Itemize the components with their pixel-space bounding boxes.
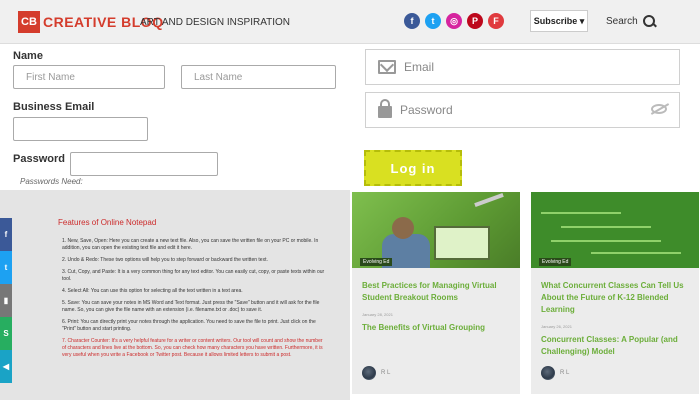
share-sms-icon[interactable]: S <box>0 317 12 350</box>
author-name: R L <box>381 370 391 376</box>
pinterest-icon[interactable]: P <box>467 13 483 29</box>
business-email-label: Business Email <box>13 101 95 113</box>
login-button[interactable]: Log in <box>364 150 462 186</box>
article-date: January 28, 2021 <box>362 312 393 317</box>
avatar <box>541 366 555 380</box>
notepad-title: Features of Online Notepad <box>58 218 157 227</box>
share-twitter-icon[interactable]: t <box>0 251 12 284</box>
logo-mark: CB <box>18 11 40 33</box>
list-item: 7. Character Counter: It's a very helpfu… <box>62 338 323 358</box>
social-links: f t ◎ P F <box>404 13 504 29</box>
article-title[interactable]: Best Practices for Managing Virtual Stud… <box>362 280 514 304</box>
article-card[interactable]: Evolving Ed What Concurrent Classes Can … <box>531 192 699 394</box>
share-send-icon[interactable]: ◀ <box>0 350 12 383</box>
category-tag[interactable]: Evolving Ed <box>360 258 393 266</box>
arrow-shape <box>591 252 681 254</box>
article-title[interactable]: What Concurrent Classes Can Tell Us Abou… <box>541 280 693 316</box>
article-subtitle[interactable]: The Benefits of Virtual Grouping <box>362 322 514 334</box>
student-head-shape <box>392 217 414 239</box>
flipboard-icon[interactable]: F <box>488 13 504 29</box>
twitter-icon[interactable]: t <box>425 13 441 29</box>
arrow-shape <box>561 226 651 228</box>
business-email-input[interactable] <box>13 117 148 141</box>
arrow-shape <box>551 240 661 242</box>
category-tag[interactable]: Evolving Ed <box>539 258 572 266</box>
last-name-input[interactable]: Last Name <box>181 65 336 89</box>
tagline: ART AND DESIGN INSPIRATION <box>140 17 291 28</box>
monitor-shape <box>434 226 490 260</box>
login-password-input[interactable]: Password <box>365 92 680 128</box>
facebook-icon[interactable]: f <box>404 13 420 29</box>
avatar <box>362 366 376 380</box>
share-email-icon[interactable]: ▮ <box>0 284 12 317</box>
article-date: January 26, 2021 <box>541 324 572 329</box>
eye-slash-icon[interactable] <box>651 104 667 114</box>
login-form: Email Password Log in <box>350 44 700 190</box>
share-facebook-icon[interactable]: f <box>0 218 12 251</box>
list-item: 5. Save: You can save your notes in MS W… <box>62 300 320 313</box>
login-password-placeholder: Password <box>400 103 453 117</box>
instagram-icon[interactable]: ◎ <box>446 13 462 29</box>
author-name: R L <box>560 370 570 376</box>
site-header: CB CREATIVE BLOQ ART AND DESIGN INSPIRAT… <box>0 0 700 44</box>
article-author[interactable]: R L <box>541 366 569 380</box>
article-subtitle[interactable]: Concurrent Classes: A Popular (and Chall… <box>541 334 693 358</box>
search-label: Search <box>606 15 638 27</box>
notepad-feature-list: 1. New, Save, Open: Here you can create … <box>62 238 327 364</box>
password-hint: Passwords Need: <box>20 177 83 186</box>
search-icon <box>642 14 656 28</box>
article-card[interactable]: Evolving Ed Best Practices for Managing … <box>352 192 520 394</box>
subscribe-button[interactable]: Subscribe ▾ <box>530 10 588 32</box>
lock-icon <box>378 99 392 118</box>
page: CB CREATIVE BLOQ ART AND DESIGN INSPIRAT… <box>0 0 700 400</box>
search-button[interactable]: Search <box>606 14 656 28</box>
list-item: 1. New, Save, Open: Here you can create … <box>62 238 319 251</box>
lamp-shape <box>474 192 504 208</box>
arrow-shape <box>541 212 621 214</box>
list-item: 2. Undo & Redo: These two options will h… <box>62 257 268 263</box>
list-item: 3. Cut, Copy, and Paste: It is a very co… <box>62 269 325 282</box>
article-author[interactable]: R L <box>362 366 390 380</box>
share-rail: f t ▮ S ◀ <box>0 218 12 383</box>
signup-form: Name First Name Last Name Business Email… <box>0 44 350 190</box>
article-image[interactable] <box>352 192 520 268</box>
mail-icon <box>378 60 396 74</box>
list-item: 6. Print: You can directly print your no… <box>62 319 316 332</box>
login-email-placeholder: Email <box>404 60 435 74</box>
password-input[interactable] <box>70 152 218 176</box>
password-label: Password <box>13 153 65 165</box>
login-email-input[interactable]: Email <box>365 49 680 85</box>
name-label: Name <box>13 50 43 62</box>
article-image[interactable] <box>531 192 699 268</box>
list-item: 4. Select All: You can use this option f… <box>62 288 243 294</box>
first-name-input[interactable]: First Name <box>13 65 165 89</box>
notepad-article: f t ▮ S ◀ Features of Online Notepad 1. … <box>0 190 350 400</box>
